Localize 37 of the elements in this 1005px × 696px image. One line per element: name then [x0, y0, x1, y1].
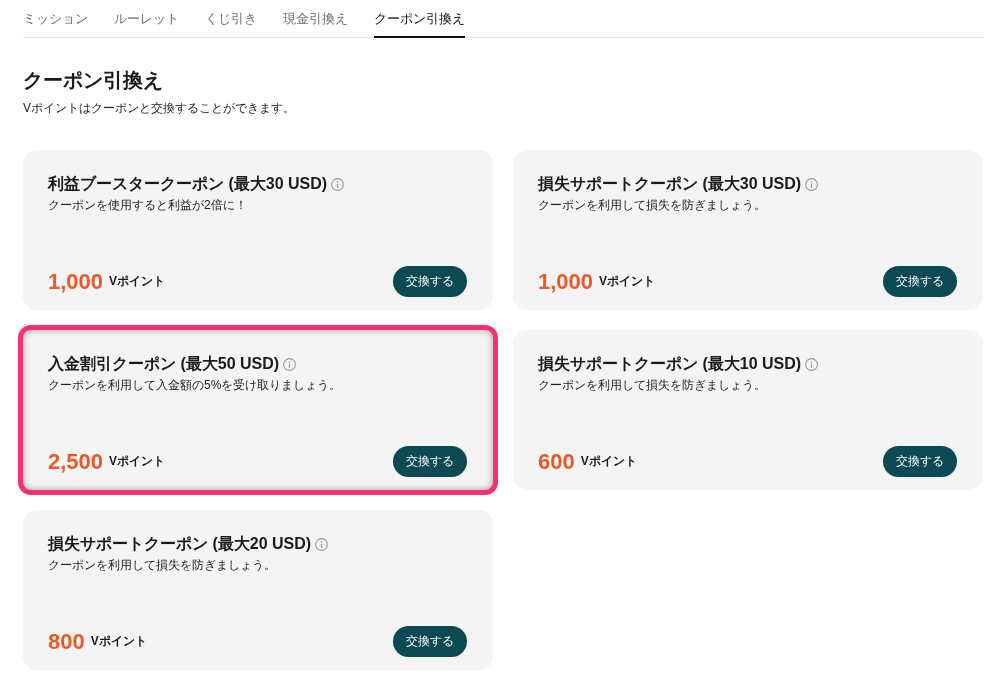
points-unit: Vポイント: [599, 274, 656, 289]
page-title: クーポン引換え: [23, 68, 164, 93]
coupon-title: 損失サポートクーポン (最大20 USD): [48, 534, 312, 554]
tab[interactable]: クーポン引換え: [374, 0, 465, 38]
coupon-description: クーポンを利用して損失を防ぎましょう。: [48, 557, 277, 573]
points-amount: 800: [48, 627, 85, 656]
points-amount: 1,000: [538, 267, 594, 296]
points-unit: Vポイント: [90, 634, 147, 649]
exchange-button[interactable]: 交換する: [883, 446, 957, 477]
info-icon[interactable]: [805, 177, 819, 191]
exchange-button[interactable]: 交換する: [393, 266, 467, 297]
coupon-title: 損失サポートクーポン (最大30 USD): [538, 174, 802, 194]
points-amount: 2,500: [48, 447, 104, 476]
points-unit: Vポイント: [580, 454, 637, 469]
tab[interactable]: くじ引き: [205, 0, 257, 38]
info-icon[interactable]: [331, 177, 345, 191]
tab[interactable]: ルーレット: [114, 0, 179, 38]
coupon-title: 利益ブースタークーポン (最大30 USD): [48, 174, 328, 194]
coupon-description: クーポンを利用して損失を防ぎましょう。: [538, 377, 767, 393]
info-icon[interactable]: [283, 357, 297, 371]
points-unit: Vポイント: [109, 454, 166, 469]
points-amount: 600: [538, 447, 575, 476]
coupon-description: クーポンを利用して入金額の5%を受け取りましょう。: [48, 377, 343, 393]
info-icon[interactable]: [315, 537, 329, 551]
coupon-description: クーポンを使用すると利益が2倍に！: [48, 197, 248, 213]
exchange-button[interactable]: 交換する: [883, 266, 957, 297]
tab[interactable]: 現金引換え: [283, 0, 348, 38]
coupon-title: 入金割引クーポン (最大50 USD): [48, 354, 280, 374]
points-unit: Vポイント: [109, 274, 166, 289]
points-amount: 1,000: [48, 267, 104, 296]
coupon-title: 損失サポートクーポン (最大10 USD): [538, 354, 802, 374]
exchange-button[interactable]: 交換する: [393, 446, 467, 477]
coupon-description: クーポンを利用して損失を防ぎましょう。: [538, 197, 767, 213]
exchange-button[interactable]: 交換する: [393, 626, 467, 657]
info-icon[interactable]: [805, 357, 819, 371]
tab[interactable]: ミッション: [23, 0, 88, 38]
page-subtitle: Vポイントはクーポンと交換することができます。: [23, 100, 296, 117]
